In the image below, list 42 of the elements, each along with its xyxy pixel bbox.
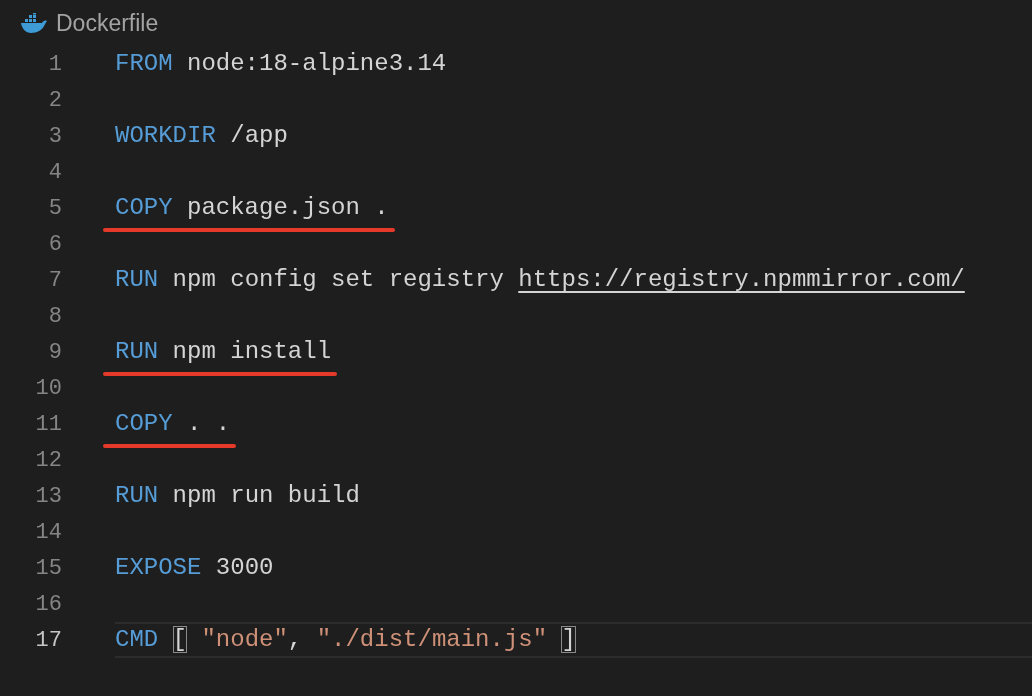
code-text: . . [186,410,231,437]
keyword: FROM [115,50,173,77]
line-number: 10 [34,374,62,403]
line-number: 13 [34,482,62,511]
string-literal: "node" [200,626,288,653]
url-link[interactable]: https://registry.npmmirror.com/ [518,266,965,293]
matched-bracket: [ [172,626,187,653]
line-number: 17 [34,626,62,655]
line-number: 6 [47,230,62,259]
keyword: CMD [115,626,159,653]
line-number: 5 [47,194,62,223]
keyword: RUN [115,266,159,293]
code-text: npm install [171,338,332,365]
code-text: 3000 [214,554,274,581]
tab-title[interactable]: Dockerfile [56,5,159,41]
whale-icon [20,13,48,33]
keyword: EXPOSE [115,554,202,581]
line-number: 8 [47,302,62,331]
code-text: npm run build [171,482,360,509]
keyword: WORKDIR [115,122,216,149]
keyword: RUN [115,338,159,365]
code-text: npm config set registry [171,266,505,293]
keyword: RUN [115,482,159,509]
line-number: 1 [47,50,62,79]
line-number: 7 [47,266,62,295]
keyword: COPY [115,194,173,221]
line-number: 3 [47,122,62,151]
string-literal: "./dist/main.js" [316,626,548,653]
code-text: /app [229,122,288,149]
matched-bracket: ] [561,626,576,653]
line-number: 14 [34,518,62,547]
code-text: node:18-alpine3.14 [186,50,447,77]
line-number: 11 [34,410,62,439]
line-number: 15 [34,554,62,583]
line-number: 4 [47,158,62,187]
code-text: package.json . [186,194,389,221]
line-number: 12 [34,446,62,475]
line-number: 9 [47,338,62,367]
line-number: 2 [47,86,62,115]
line-number: 16 [34,590,62,619]
code-text: , [287,626,304,653]
keyword: COPY [115,410,173,437]
